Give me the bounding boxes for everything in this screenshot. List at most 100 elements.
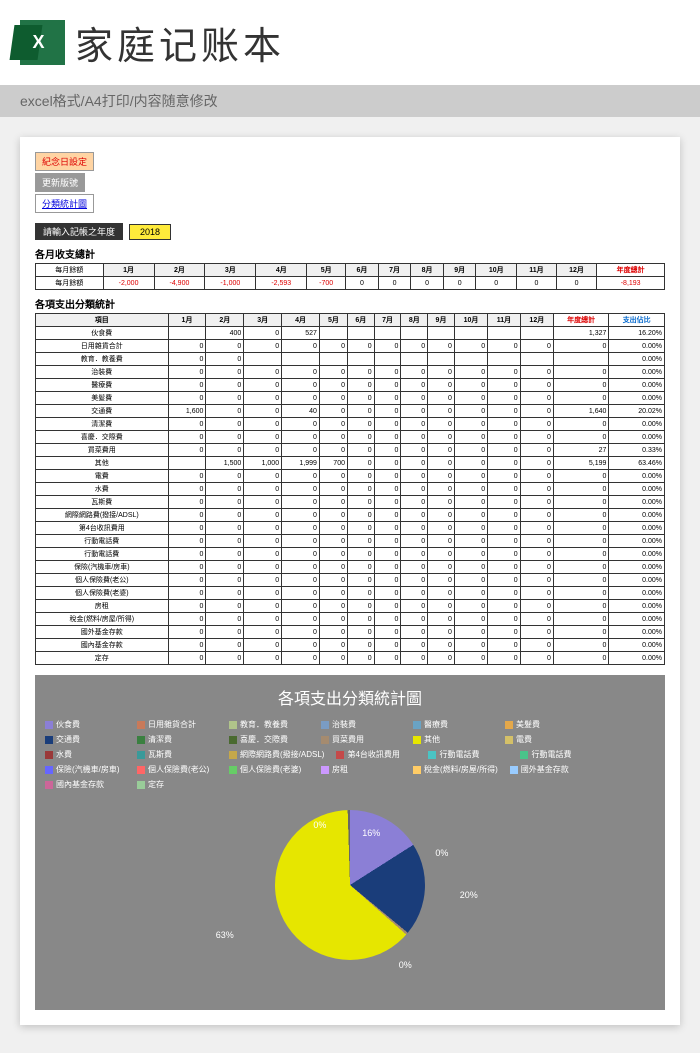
cell[interactable]: 0 [206, 652, 244, 665]
cell[interactable]: 0 [428, 366, 455, 379]
cell[interactable]: 0 [553, 431, 608, 444]
cell[interactable]: 0 [244, 574, 282, 587]
cell[interactable]: 0.00% [609, 639, 665, 652]
cell[interactable]: 0 [244, 379, 282, 392]
cell[interactable]: 0 [282, 470, 320, 483]
cell[interactable]: 63.46% [609, 457, 665, 470]
cell[interactable]: 0 [520, 587, 553, 600]
cell[interactable]: 0 [282, 548, 320, 561]
cell[interactable]: 0 [282, 496, 320, 509]
cell[interactable]: 0 [319, 574, 347, 587]
cell[interactable]: 0 [168, 470, 206, 483]
cell[interactable]: 0 [282, 431, 320, 444]
cell[interactable]: -4,900 [154, 277, 205, 290]
cell[interactable]: 0 [428, 379, 455, 392]
cell[interactable]: 0 [347, 561, 374, 574]
cell[interactable]: 0 [168, 639, 206, 652]
cell[interactable]: 0 [428, 405, 455, 418]
cell[interactable]: 0 [374, 457, 401, 470]
cell[interactable]: 0 [520, 652, 553, 665]
cell[interactable]: 0 [553, 509, 608, 522]
cell[interactable]: 0 [206, 379, 244, 392]
cell[interactable]: 0 [454, 379, 487, 392]
cell[interactable]: 0 [488, 470, 521, 483]
cell[interactable]: 0 [319, 379, 347, 392]
cell[interactable]: 0 [374, 431, 401, 444]
cell[interactable]: 0 [401, 444, 428, 457]
cell[interactable]: 0 [374, 470, 401, 483]
cell[interactable]: 0 [454, 392, 487, 405]
cell[interactable] [520, 353, 553, 366]
cell[interactable]: 0 [168, 626, 206, 639]
cell[interactable]: 0 [347, 483, 374, 496]
cell[interactable] [374, 353, 401, 366]
cell[interactable]: -2,593 [256, 277, 307, 290]
cell[interactable]: 0 [553, 652, 608, 665]
cell[interactable]: 0 [347, 405, 374, 418]
cell[interactable]: 0 [488, 548, 521, 561]
cell[interactable]: 0 [244, 652, 282, 665]
cell[interactable]: 0 [428, 340, 455, 353]
cell[interactable]: 0 [282, 626, 320, 639]
cell[interactable]: 0 [428, 561, 455, 574]
cell[interactable]: 0 [520, 626, 553, 639]
cell[interactable]: 0 [488, 457, 521, 470]
cell[interactable]: 0 [553, 535, 608, 548]
cell[interactable]: 0 [347, 431, 374, 444]
cell[interactable]: 0 [244, 470, 282, 483]
cell[interactable]: 0 [411, 277, 444, 290]
cell[interactable]: 0 [520, 548, 553, 561]
cell[interactable]: 0 [488, 366, 521, 379]
cell[interactable]: 0 [244, 444, 282, 457]
cell[interactable]: 0 [374, 379, 401, 392]
cell[interactable]: 0 [244, 587, 282, 600]
cell[interactable]: 0 [244, 522, 282, 535]
cell[interactable]: 0 [401, 548, 428, 561]
cell[interactable]: 0 [374, 535, 401, 548]
cell[interactable]: 0 [454, 652, 487, 665]
cell[interactable]: 0 [244, 392, 282, 405]
cell[interactable]: 0 [244, 561, 282, 574]
cell[interactable]: 0 [553, 561, 608, 574]
cell[interactable]: 0 [401, 379, 428, 392]
cell[interactable]: 0 [401, 483, 428, 496]
cell[interactable] [454, 327, 487, 340]
cell[interactable]: 0 [401, 392, 428, 405]
cell[interactable]: 0 [374, 522, 401, 535]
cell[interactable]: 0 [488, 574, 521, 587]
cell[interactable]: 0 [282, 587, 320, 600]
cell[interactable]: 0 [206, 522, 244, 535]
cell[interactable]: 0.00% [609, 561, 665, 574]
cell[interactable]: 0 [401, 639, 428, 652]
cell[interactable]: 0 [553, 496, 608, 509]
cell[interactable]: 0 [347, 340, 374, 353]
cell[interactable]: 0 [244, 509, 282, 522]
cell[interactable]: 0 [374, 600, 401, 613]
cell[interactable]: 40 [282, 405, 320, 418]
cell[interactable]: 0 [374, 626, 401, 639]
cell[interactable]: 0 [454, 444, 487, 457]
cell[interactable]: 0 [428, 639, 455, 652]
cell[interactable]: 0 [347, 366, 374, 379]
cell[interactable]: 0 [454, 418, 487, 431]
cell[interactable]: 0 [454, 522, 487, 535]
cell[interactable]: 0 [517, 277, 557, 290]
cell[interactable]: 0 [168, 522, 206, 535]
cell[interactable]: 0 [401, 561, 428, 574]
cell[interactable]: 0 [401, 652, 428, 665]
cell[interactable]: 0 [401, 600, 428, 613]
cell[interactable]: 0.00% [609, 613, 665, 626]
cell[interactable]: 0 [553, 418, 608, 431]
cell[interactable]: 0 [319, 626, 347, 639]
cell[interactable]: 0 [454, 535, 487, 548]
cell[interactable]: 0 [401, 457, 428, 470]
cell[interactable]: 0 [244, 340, 282, 353]
cell[interactable]: 0 [454, 340, 487, 353]
cell[interactable] [401, 327, 428, 340]
cell[interactable]: 0 [374, 574, 401, 587]
cell[interactable]: 0 [282, 418, 320, 431]
cell[interactable]: 0 [244, 613, 282, 626]
cell[interactable]: 0 [488, 639, 521, 652]
cell[interactable]: 0 [520, 496, 553, 509]
cell[interactable]: 0 [428, 626, 455, 639]
